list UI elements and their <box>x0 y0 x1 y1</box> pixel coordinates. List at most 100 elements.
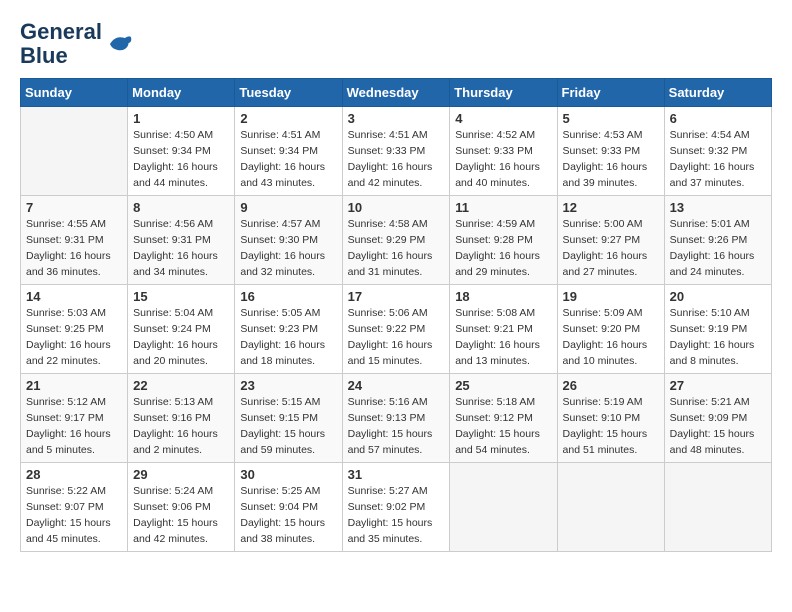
page-header: GeneralBlue <box>20 20 772 68</box>
weekday-header: Saturday <box>664 79 771 107</box>
day-detail: Sunrise: 4:50 AMSunset: 9:34 PMDaylight:… <box>133 128 229 191</box>
day-number: 29 <box>133 467 229 482</box>
logo-text: GeneralBlue <box>20 20 102 68</box>
day-number: 15 <box>133 289 229 304</box>
day-number: 28 <box>26 467 122 482</box>
calendar-day-cell: 29 Sunrise: 5:24 AMSunset: 9:06 PMDaylig… <box>128 463 235 552</box>
day-detail: Sunrise: 5:05 AMSunset: 9:23 PMDaylight:… <box>240 306 336 369</box>
calendar-day-cell: 17 Sunrise: 5:06 AMSunset: 9:22 PMDaylig… <box>342 285 450 374</box>
calendar-day-cell: 24 Sunrise: 5:16 AMSunset: 9:13 PMDaylig… <box>342 374 450 463</box>
calendar-day-cell: 21 Sunrise: 5:12 AMSunset: 9:17 PMDaylig… <box>21 374 128 463</box>
day-number: 8 <box>133 200 229 215</box>
calendar-day-cell: 28 Sunrise: 5:22 AMSunset: 9:07 PMDaylig… <box>21 463 128 552</box>
day-number: 18 <box>455 289 551 304</box>
day-detail: Sunrise: 4:59 AMSunset: 9:28 PMDaylight:… <box>455 217 551 280</box>
weekday-header: Friday <box>557 79 664 107</box>
calendar-day-cell: 13 Sunrise: 5:01 AMSunset: 9:26 PMDaylig… <box>664 196 771 285</box>
calendar-day-cell: 27 Sunrise: 5:21 AMSunset: 9:09 PMDaylig… <box>664 374 771 463</box>
day-detail: Sunrise: 5:10 AMSunset: 9:19 PMDaylight:… <box>670 306 766 369</box>
calendar-table: SundayMondayTuesdayWednesdayThursdayFrid… <box>20 78 772 552</box>
day-detail: Sunrise: 4:53 AMSunset: 9:33 PMDaylight:… <box>563 128 659 191</box>
weekday-header: Tuesday <box>235 79 342 107</box>
header-row: SundayMondayTuesdayWednesdayThursdayFrid… <box>21 79 772 107</box>
day-detail: Sunrise: 4:52 AMSunset: 9:33 PMDaylight:… <box>455 128 551 191</box>
calendar-day-cell: 9 Sunrise: 4:57 AMSunset: 9:30 PMDayligh… <box>235 196 342 285</box>
day-number: 30 <box>240 467 336 482</box>
day-detail: Sunrise: 5:12 AMSunset: 9:17 PMDaylight:… <box>26 395 122 458</box>
calendar-day-cell <box>450 463 557 552</box>
day-number: 10 <box>348 200 445 215</box>
day-detail: Sunrise: 5:06 AMSunset: 9:22 PMDaylight:… <box>348 306 445 369</box>
calendar-day-cell: 26 Sunrise: 5:19 AMSunset: 9:10 PMDaylig… <box>557 374 664 463</box>
calendar-day-cell: 3 Sunrise: 4:51 AMSunset: 9:33 PMDayligh… <box>342 107 450 196</box>
day-number: 20 <box>670 289 766 304</box>
day-number: 23 <box>240 378 336 393</box>
day-number: 1 <box>133 111 229 126</box>
calendar-day-cell <box>21 107 128 196</box>
day-number: 16 <box>240 289 336 304</box>
calendar-week-row: 28 Sunrise: 5:22 AMSunset: 9:07 PMDaylig… <box>21 463 772 552</box>
calendar-day-cell: 7 Sunrise: 4:55 AMSunset: 9:31 PMDayligh… <box>21 196 128 285</box>
day-number: 9 <box>240 200 336 215</box>
day-detail: Sunrise: 4:56 AMSunset: 9:31 PMDaylight:… <box>133 217 229 280</box>
calendar-week-row: 1 Sunrise: 4:50 AMSunset: 9:34 PMDayligh… <box>21 107 772 196</box>
day-number: 3 <box>348 111 445 126</box>
day-detail: Sunrise: 5:18 AMSunset: 9:12 PMDaylight:… <box>455 395 551 458</box>
day-detail: Sunrise: 5:04 AMSunset: 9:24 PMDaylight:… <box>133 306 229 369</box>
day-number: 11 <box>455 200 551 215</box>
calendar-day-cell: 16 Sunrise: 5:05 AMSunset: 9:23 PMDaylig… <box>235 285 342 374</box>
day-detail: Sunrise: 4:58 AMSunset: 9:29 PMDaylight:… <box>348 217 445 280</box>
day-number: 6 <box>670 111 766 126</box>
day-number: 27 <box>670 378 766 393</box>
day-number: 25 <box>455 378 551 393</box>
calendar-header: SundayMondayTuesdayWednesdayThursdayFrid… <box>21 79 772 107</box>
calendar-day-cell: 25 Sunrise: 5:18 AMSunset: 9:12 PMDaylig… <box>450 374 557 463</box>
logo: GeneralBlue <box>20 20 134 68</box>
day-number: 26 <box>563 378 659 393</box>
calendar-day-cell: 14 Sunrise: 5:03 AMSunset: 9:25 PMDaylig… <box>21 285 128 374</box>
weekday-header: Wednesday <box>342 79 450 107</box>
day-detail: Sunrise: 4:55 AMSunset: 9:31 PMDaylight:… <box>26 217 122 280</box>
day-detail: Sunrise: 5:22 AMSunset: 9:07 PMDaylight:… <box>26 484 122 547</box>
day-detail: Sunrise: 5:19 AMSunset: 9:10 PMDaylight:… <box>563 395 659 458</box>
day-number: 24 <box>348 378 445 393</box>
calendar-day-cell: 18 Sunrise: 5:08 AMSunset: 9:21 PMDaylig… <box>450 285 557 374</box>
day-number: 13 <box>670 200 766 215</box>
calendar-day-cell <box>664 463 771 552</box>
calendar-day-cell: 22 Sunrise: 5:13 AMSunset: 9:16 PMDaylig… <box>128 374 235 463</box>
weekday-header: Monday <box>128 79 235 107</box>
day-detail: Sunrise: 4:51 AMSunset: 9:34 PMDaylight:… <box>240 128 336 191</box>
day-number: 17 <box>348 289 445 304</box>
day-detail: Sunrise: 4:51 AMSunset: 9:33 PMDaylight:… <box>348 128 445 191</box>
day-number: 31 <box>348 467 445 482</box>
calendar-day-cell: 12 Sunrise: 5:00 AMSunset: 9:27 PMDaylig… <box>557 196 664 285</box>
calendar-day-cell: 1 Sunrise: 4:50 AMSunset: 9:34 PMDayligh… <box>128 107 235 196</box>
day-number: 7 <box>26 200 122 215</box>
day-number: 5 <box>563 111 659 126</box>
calendar-day-cell: 2 Sunrise: 4:51 AMSunset: 9:34 PMDayligh… <box>235 107 342 196</box>
day-number: 4 <box>455 111 551 126</box>
day-number: 2 <box>240 111 336 126</box>
day-detail: Sunrise: 5:08 AMSunset: 9:21 PMDaylight:… <box>455 306 551 369</box>
day-detail: Sunrise: 4:54 AMSunset: 9:32 PMDaylight:… <box>670 128 766 191</box>
day-number: 14 <box>26 289 122 304</box>
calendar-day-cell: 15 Sunrise: 5:04 AMSunset: 9:24 PMDaylig… <box>128 285 235 374</box>
day-detail: Sunrise: 5:13 AMSunset: 9:16 PMDaylight:… <box>133 395 229 458</box>
day-number: 19 <box>563 289 659 304</box>
day-detail: Sunrise: 5:27 AMSunset: 9:02 PMDaylight:… <box>348 484 445 547</box>
calendar-day-cell: 4 Sunrise: 4:52 AMSunset: 9:33 PMDayligh… <box>450 107 557 196</box>
calendar-day-cell: 6 Sunrise: 4:54 AMSunset: 9:32 PMDayligh… <box>664 107 771 196</box>
calendar-week-row: 21 Sunrise: 5:12 AMSunset: 9:17 PMDaylig… <box>21 374 772 463</box>
calendar-day-cell: 19 Sunrise: 5:09 AMSunset: 9:20 PMDaylig… <box>557 285 664 374</box>
day-number: 21 <box>26 378 122 393</box>
calendar-day-cell: 8 Sunrise: 4:56 AMSunset: 9:31 PMDayligh… <box>128 196 235 285</box>
weekday-header: Thursday <box>450 79 557 107</box>
calendar-body: 1 Sunrise: 4:50 AMSunset: 9:34 PMDayligh… <box>21 107 772 552</box>
calendar-week-row: 7 Sunrise: 4:55 AMSunset: 9:31 PMDayligh… <box>21 196 772 285</box>
calendar-day-cell: 10 Sunrise: 4:58 AMSunset: 9:29 PMDaylig… <box>342 196 450 285</box>
logo-bird-icon <box>104 29 134 59</box>
calendar-day-cell: 31 Sunrise: 5:27 AMSunset: 9:02 PMDaylig… <box>342 463 450 552</box>
calendar-day-cell: 23 Sunrise: 5:15 AMSunset: 9:15 PMDaylig… <box>235 374 342 463</box>
day-detail: Sunrise: 5:00 AMSunset: 9:27 PMDaylight:… <box>563 217 659 280</box>
day-detail: Sunrise: 5:16 AMSunset: 9:13 PMDaylight:… <box>348 395 445 458</box>
